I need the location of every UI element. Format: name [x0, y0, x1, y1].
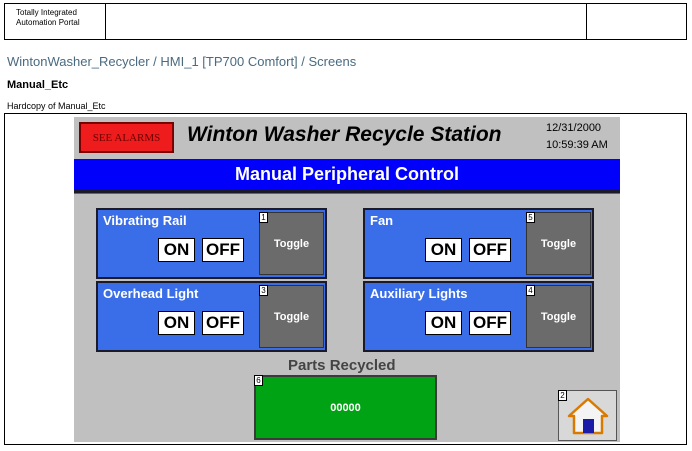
index-marker: 6 [254, 375, 263, 386]
parts-counter: 00000 [254, 375, 437, 440]
index-marker: 1 [259, 212, 268, 223]
toggle-button[interactable]: Toggle [526, 285, 591, 348]
off-button[interactable]: OFF [469, 311, 511, 335]
off-button[interactable]: OFF [202, 311, 244, 335]
panel-label: Overhead Light [103, 286, 199, 301]
panel-overhead-light: Overhead Light ON OFF Toggle 3 [96, 281, 327, 352]
hmi-screen: SEE ALARMS Winton Washer Recycle Station… [74, 117, 620, 442]
portal-title: Totally Integrated Automation Portal [5, 4, 106, 39]
index-marker: 4 [526, 285, 535, 296]
panel-label: Fan [370, 213, 394, 228]
project-path: WintonWasher_Recycler / HMI_1 [TP700 Com… [7, 54, 357, 69]
header-right-cell [586, 4, 686, 39]
hardcopy-page: Totally Integrated Automation Portal Win… [0, 0, 692, 451]
parts-recycled-label: Parts Recycled [288, 357, 396, 374]
home-icon [567, 397, 608, 434]
panel-label: Auxiliary Lights [370, 286, 468, 301]
hardcopy-label: Hardcopy of Manual_Etc [7, 101, 106, 111]
off-button[interactable]: OFF [202, 238, 244, 262]
on-button[interactable]: ON [425, 311, 462, 335]
on-button[interactable]: ON [425, 238, 462, 262]
index-marker: 2 [558, 390, 567, 401]
off-button[interactable]: OFF [469, 238, 511, 262]
station-title: Winton Washer Recycle Station [187, 123, 502, 146]
time-display: 10:59:39 AM [546, 139, 608, 151]
on-button[interactable]: ON [158, 311, 195, 335]
page-banner: Manual Peripheral Control [74, 159, 620, 193]
screen-name: Manual_Etc [7, 79, 69, 91]
panel-label: Vibrating Rail [103, 213, 187, 228]
index-marker: 3 [259, 285, 268, 296]
panel-vibrating-rail: Vibrating Rail ON OFF Toggle 1 [96, 208, 327, 279]
portal-title-line1: Totally Integrated [16, 8, 77, 17]
banner-divider [74, 193, 620, 194]
toggle-button[interactable]: Toggle [259, 212, 324, 275]
document-header: Totally Integrated Automation Portal [4, 3, 687, 40]
index-marker: 5 [526, 212, 535, 223]
toggle-button[interactable]: Toggle [526, 212, 591, 275]
on-button[interactable]: ON [158, 238, 195, 262]
toggle-button[interactable]: Toggle [259, 285, 324, 348]
panel-auxiliary-lights: Auxiliary Lights ON OFF Toggle 4 [363, 281, 594, 352]
date-display: 12/31/2000 [546, 122, 602, 134]
panel-fan: Fan ON OFF Toggle 5 [363, 208, 594, 279]
portal-title-line2: Automation Portal [16, 18, 80, 27]
see-alarms-button[interactable]: SEE ALARMS [79, 122, 174, 153]
